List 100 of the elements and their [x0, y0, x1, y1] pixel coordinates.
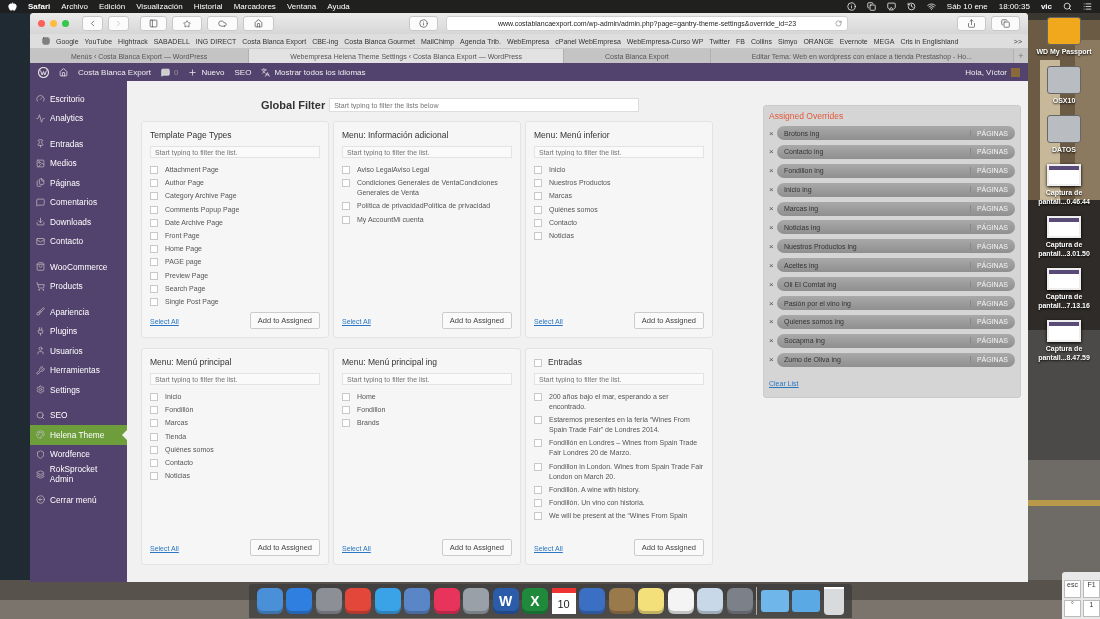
menu-item[interactable]: Historial [193, 2, 223, 11]
drive-icon[interactable] [1047, 66, 1081, 94]
translate-icon[interactable] [261, 67, 271, 77]
account-link[interactable]: Hola, Víctor [965, 67, 1007, 77]
sidebar-item[interactable]: SEO [30, 405, 127, 425]
sidebar-item[interactable]: Settings [30, 380, 127, 400]
checkbox[interactable] [150, 179, 158, 188]
screenshot-thumbnail[interactable] [1047, 268, 1081, 290]
checkbox[interactable] [534, 416, 542, 425]
screenshot-thumbnail[interactable] [1047, 320, 1081, 342]
checkbox[interactable] [534, 439, 542, 448]
sidebar-item[interactable]: WooCommerce [30, 257, 127, 277]
sidebar-item[interactable]: Plugins [30, 321, 127, 341]
checkbox[interactable] [150, 245, 158, 254]
menu-item[interactable]: Marcadores [233, 2, 276, 11]
reload-icon[interactable] [835, 20, 842, 27]
airplay-icon[interactable] [886, 2, 896, 11]
checkbox[interactable] [534, 192, 542, 201]
sidebar-item[interactable]: Páginas [30, 173, 127, 193]
checkbox[interactable] [534, 462, 542, 471]
checkbox[interactable] [534, 166, 542, 174]
sidebar-item[interactable]: Usuarios [30, 341, 127, 361]
menu-item[interactable]: Ventana [286, 2, 317, 11]
checkbox[interactable] [150, 297, 158, 306]
close-button[interactable] [38, 20, 45, 27]
checkbox[interactable] [150, 445, 158, 454]
checkbox[interactable] [150, 472, 158, 481]
remove-button[interactable]: × [769, 166, 775, 176]
cloud-button[interactable] [207, 16, 238, 31]
forward-button[interactable] [108, 16, 129, 31]
checkbox[interactable] [534, 218, 542, 227]
remove-button[interactable]: × [769, 222, 775, 232]
app-icon[interactable] [667, 588, 694, 614]
checkbox[interactable] [342, 179, 350, 188]
remove-button[interactable]: × [769, 298, 775, 308]
drive-icon[interactable] [1047, 17, 1081, 45]
sidebar-item[interactable]: Apariencia [30, 302, 127, 322]
checkbox[interactable] [150, 231, 158, 240]
remove-button[interactable]: × [769, 185, 775, 195]
checkbox[interactable] [342, 202, 350, 211]
sidebar-item[interactable]: Cerrar menú [30, 490, 127, 510]
checkbox[interactable] [150, 258, 158, 267]
checkbox[interactable] [150, 205, 158, 214]
remove-button[interactable]: × [769, 317, 775, 327]
clock-icon[interactable] [906, 2, 916, 11]
checkbox[interactable] [534, 485, 542, 494]
plus-icon[interactable] [188, 67, 198, 77]
checkbox[interactable] [534, 512, 542, 521]
menu-item[interactable]: Edición [98, 2, 126, 11]
checkbox[interactable] [150, 393, 158, 401]
new-link[interactable]: Nuevo [201, 67, 225, 77]
remove-button[interactable]: × [769, 204, 775, 214]
remove-button[interactable]: × [769, 260, 775, 270]
remove-button[interactable]: × [769, 279, 775, 289]
share-button[interactable] [957, 16, 986, 31]
sidebar-item[interactable]: Contacto [30, 231, 127, 251]
sidebar-item[interactable]: Downloads [30, 212, 127, 232]
sidebar-item[interactable]: Herramientas [30, 360, 127, 380]
checkbox[interactable] [534, 358, 542, 367]
home-icon[interactable] [59, 67, 68, 77]
checkbox[interactable] [534, 231, 542, 240]
user-name[interactable]: vic [1040, 2, 1052, 11]
checkbox[interactable] [150, 458, 158, 467]
menu-item[interactable]: Safari [28, 2, 51, 11]
windows-icon[interactable] [866, 2, 876, 11]
sidebar-item[interactable]: Products [30, 276, 127, 296]
app-icon[interactable] [697, 588, 723, 614]
checkbox[interactable] [150, 271, 158, 280]
drive-icon[interactable] [1047, 115, 1081, 143]
sidebar-item[interactable]: Escritorio [30, 89, 127, 109]
app-icon[interactable] [638, 588, 664, 614]
info-icon[interactable] [846, 2, 856, 11]
menu-clock[interactable]: 18:00:35 [998, 2, 1030, 11]
sidebar-button[interactable] [140, 16, 167, 31]
sidebar-item[interactable]: Medios [30, 153, 127, 173]
checkbox[interactable] [150, 166, 158, 174]
remove-button[interactable]: × [769, 128, 775, 138]
sidebar-item[interactable]: Wordfence [30, 444, 127, 464]
search-icon[interactable] [1063, 2, 1072, 11]
checkbox[interactable] [342, 166, 350, 174]
list-icon[interactable] [1083, 2, 1092, 11]
checkbox[interactable] [534, 205, 542, 214]
sidebar-item[interactable]: Entradas [30, 134, 127, 154]
sidebar-item[interactable]: RokSprocket Admin [30, 464, 127, 484]
checkbox[interactable] [534, 393, 542, 401]
tabs-button[interactable] [991, 16, 1020, 31]
info-button[interactable] [409, 16, 438, 31]
calendar-icon[interactable]: 10 [551, 588, 576, 614]
checkbox[interactable] [150, 419, 158, 428]
screenshot-thumbnail[interactable] [1047, 164, 1081, 186]
checkbox[interactable] [342, 406, 350, 415]
remove-button[interactable]: × [769, 241, 775, 251]
checkbox[interactable] [342, 393, 350, 401]
app-icon[interactable]: X [522, 588, 548, 614]
checkbox[interactable] [150, 406, 158, 415]
checkbox[interactable] [150, 432, 158, 441]
remove-button[interactable]: × [769, 147, 775, 157]
app-icon[interactable] [374, 588, 401, 614]
avatar[interactable] [1011, 67, 1020, 77]
apple-icon[interactable] [8, 2, 17, 11]
